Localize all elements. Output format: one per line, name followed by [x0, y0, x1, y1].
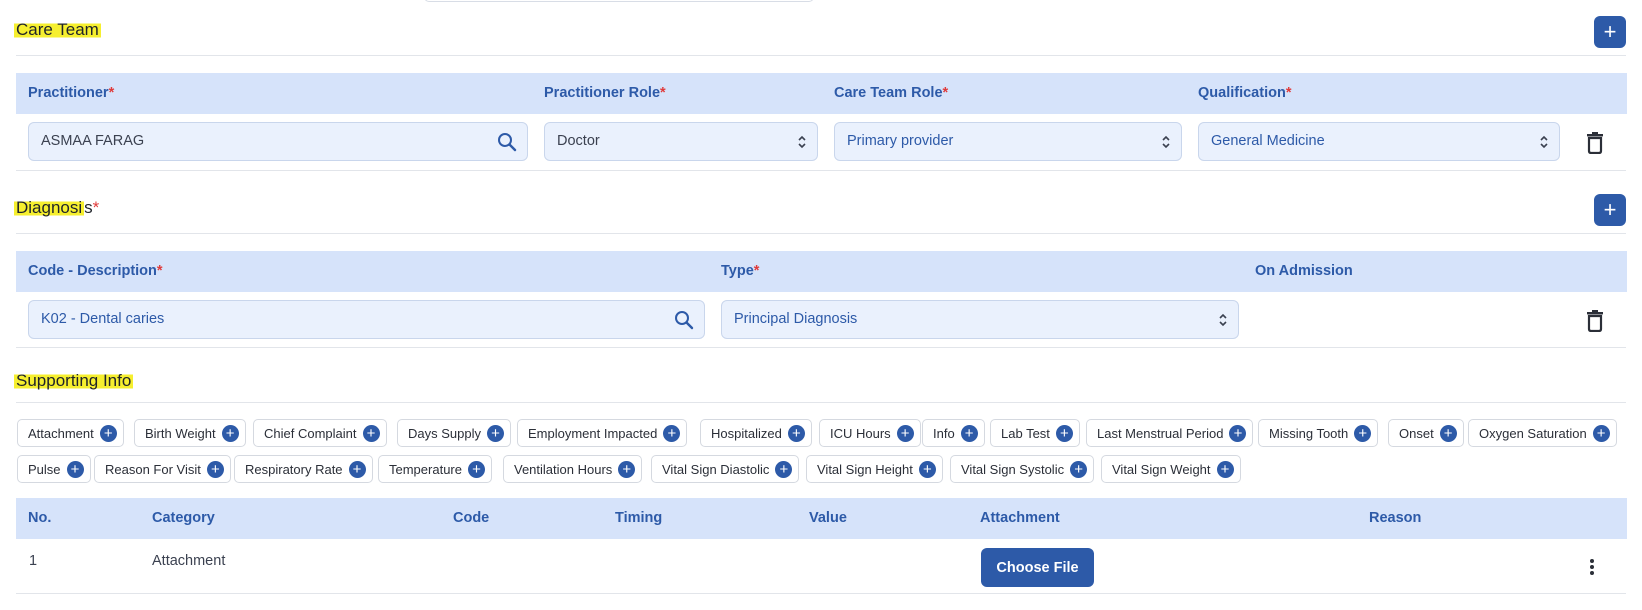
column-header-on-admission: On Admission [1255, 263, 1353, 279]
supporting-info-title: Supporting Info [14, 371, 134, 390]
chip-chief-complaint[interactable]: Chief Complaint + [253, 419, 387, 447]
column-header-type: Type* [721, 263, 760, 279]
previous-field-edge [424, 0, 814, 2]
chip-attachment[interactable]: Attachment + [17, 419, 124, 447]
add-circle-icon: + [896, 424, 914, 442]
diagnosis-table-header: Code - Description* Type* On Admission [16, 251, 1627, 292]
add-circle-icon: + [1592, 424, 1610, 442]
add-circle-icon: + [918, 460, 936, 478]
search-icon[interactable] [497, 123, 517, 160]
chip-temperature[interactable]: Temperature + [378, 455, 492, 483]
chip-hospitalized[interactable]: Hospitalized + [700, 419, 812, 447]
chip-vital-sign-weight[interactable]: Vital Sign Weight + [1101, 455, 1241, 483]
column-header-timing: Timing [615, 510, 663, 526]
add-circle-icon: + [221, 424, 239, 442]
divider [16, 233, 1626, 234]
care-team-table-header: Practitioner* Practitioner Role* Care Te… [16, 73, 1627, 114]
add-circle-icon: + [1354, 424, 1372, 442]
chip-ventilation-hours[interactable]: Ventilation Hours + [503, 455, 643, 483]
column-header-category: Category [152, 510, 215, 526]
add-circle-icon: + [618, 460, 636, 478]
chip-pulse[interactable]: Pulse + [17, 455, 91, 483]
chip-vital-sign-height[interactable]: Vital Sign Height + [806, 455, 943, 483]
add-circle-icon: + [99, 424, 117, 442]
column-header-practitioner: Practitioner* [28, 85, 115, 101]
delete-diagnosis-row-icon[interactable] [1585, 310, 1605, 333]
more-options-icon[interactable] [1584, 556, 1600, 578]
chip-reason-for-visit[interactable]: Reason For Visit + [94, 455, 231, 483]
column-header-care-team-role: Care Team Role* [834, 85, 949, 101]
chip-icu-hours[interactable]: ICU Hours + [819, 419, 921, 447]
column-header-value: Value [809, 510, 847, 526]
diagnosis-code-search-field[interactable]: K02 - Dental caries [28, 300, 705, 339]
add-diagnosis-button[interactable]: + [1594, 194, 1626, 226]
care-team-role-select[interactable]: Primary provider [834, 122, 1182, 161]
add-circle-icon: + [1229, 424, 1247, 442]
column-header-code-description: Code - Description* [28, 263, 163, 279]
chip-days-supply[interactable]: Days Supply + [397, 419, 511, 447]
add-circle-icon: + [206, 460, 224, 478]
practitioner-search-field[interactable]: ASMAA FARAG [28, 122, 528, 161]
select-arrows-icon [1218, 301, 1228, 338]
chip-vital-sign-systolic[interactable]: Vital Sign Systolic + [950, 455, 1095, 483]
divider [16, 170, 1626, 171]
add-circle-icon: + [775, 460, 793, 478]
add-circle-icon: + [486, 424, 504, 442]
column-header-reason: Reason [1369, 510, 1422, 526]
add-circle-icon: + [1439, 424, 1457, 442]
chip-lab-test[interactable]: Lab Test + [990, 419, 1080, 447]
care-team-title: Care Team [14, 20, 101, 39]
add-circle-icon: + [66, 460, 84, 478]
divider [16, 593, 1626, 594]
column-header-no: No. [28, 510, 52, 526]
chip-employment-impacted[interactable]: Employment Impacted + [517, 419, 688, 447]
add-circle-icon: + [1055, 424, 1073, 442]
choose-file-button[interactable]: Choose File [981, 548, 1094, 587]
select-arrows-icon [1161, 123, 1171, 160]
chip-vital-sign-diastolic[interactable]: Vital Sign Diastolic + [651, 455, 800, 483]
add-circle-icon: + [1070, 460, 1088, 478]
add-circle-icon: + [960, 424, 978, 442]
chip-info[interactable]: Info + [922, 419, 985, 447]
add-circle-icon: + [787, 424, 805, 442]
supporting-info-table-header: No. Category Code Timing Value Attachmen… [16, 498, 1627, 539]
chip-last-menstrual-period[interactable]: Last Menstrual Period + [1086, 419, 1254, 447]
add-circle-icon: + [663, 424, 681, 442]
chip-onset[interactable]: Onset + [1388, 419, 1464, 447]
select-arrows-icon [1539, 123, 1549, 160]
row-category: Attachment [152, 553, 226, 569]
qualification-select[interactable]: General Medicine [1198, 122, 1560, 161]
select-arrows-icon [797, 123, 807, 160]
divider [16, 347, 1626, 348]
search-icon[interactable] [674, 301, 694, 338]
column-header-qualification: Qualification* [1198, 85, 1292, 101]
chip-respiratory-rate[interactable]: Respiratory Rate + [234, 455, 373, 483]
practitioner-role-select[interactable]: Doctor [544, 122, 818, 161]
divider [16, 55, 1626, 56]
chip-birth-weight[interactable]: Birth Weight + [134, 419, 246, 447]
divider [16, 402, 1626, 403]
chip-missing-tooth[interactable]: Missing Tooth + [1258, 419, 1379, 447]
add-circle-icon: + [362, 424, 380, 442]
add-circle-icon: + [348, 460, 366, 478]
row-number: 1 [29, 553, 38, 569]
diagnosis-title: Diagnosi s* [14, 198, 100, 217]
column-header-attachment: Attachment [980, 510, 1060, 526]
chip-oxygen-saturation[interactable]: Oxygen Saturation + [1468, 419, 1617, 447]
add-circle-icon: + [1216, 460, 1234, 478]
diagnosis-type-select[interactable]: Principal Diagnosis [721, 300, 1239, 339]
add-care-team-button[interactable]: + [1594, 16, 1626, 48]
column-header-code: Code [453, 510, 490, 526]
add-circle-icon: + [467, 460, 485, 478]
delete-care-team-row-icon[interactable] [1585, 132, 1605, 155]
column-header-practitioner-role: Practitioner Role* [544, 85, 666, 101]
